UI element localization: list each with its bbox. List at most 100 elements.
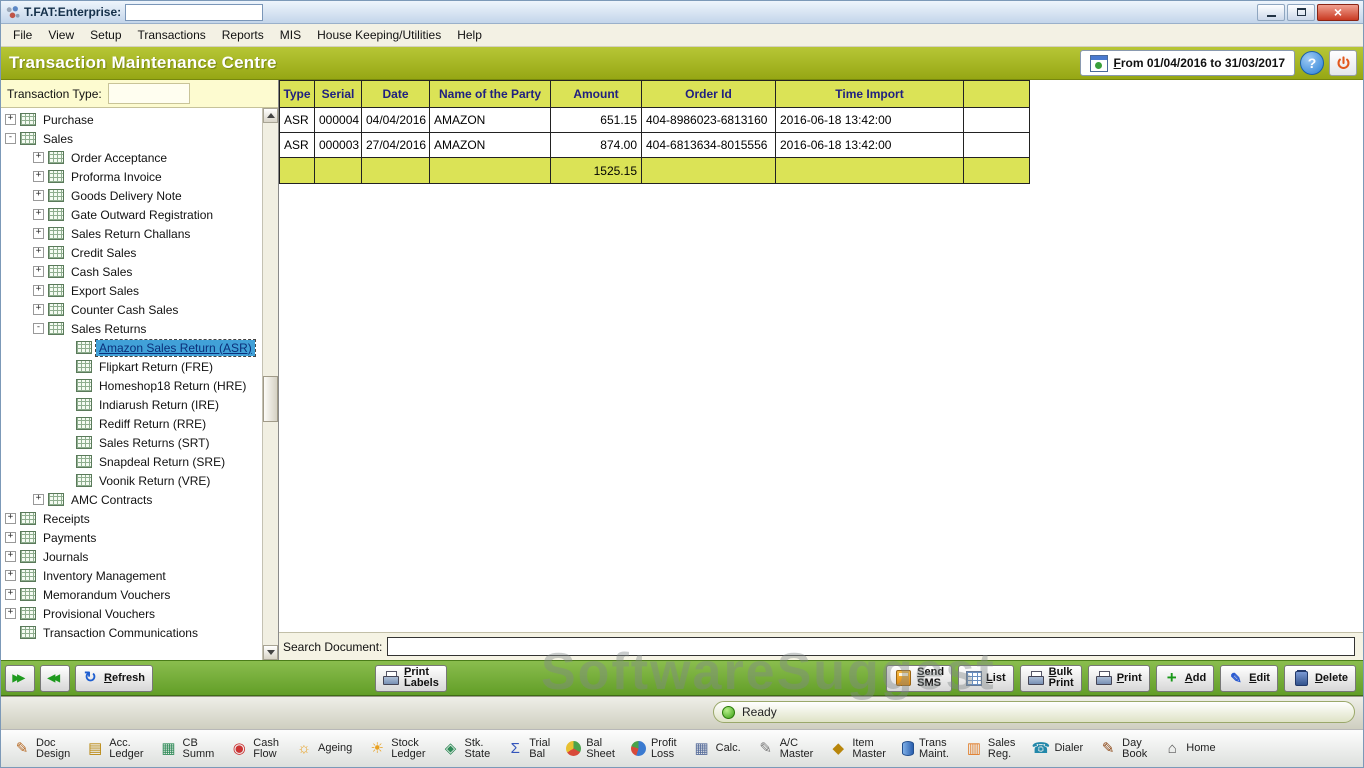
menu-item-help[interactable]: Help	[449, 25, 490, 45]
shortcut-doc-design[interactable]: ✎DocDesign	[6, 735, 77, 763]
maximize-button[interactable]	[1287, 4, 1315, 21]
print-button[interactable]: Print	[1088, 665, 1150, 692]
tree-item[interactable]: Flipkart Return (FRE)	[1, 357, 262, 376]
shortcut-sales-reg[interactable]: ▥SalesReg.	[958, 735, 1023, 763]
tree-item[interactable]: Rediff Return (RRE)	[1, 414, 262, 433]
menu-item-setup[interactable]: Setup	[82, 25, 129, 45]
rewind-button[interactable]	[40, 665, 70, 692]
expand-icon[interactable]: +	[5, 589, 16, 600]
menu-item-mis[interactable]: MIS	[272, 25, 309, 45]
expand-icon[interactable]: +	[33, 304, 44, 315]
tree-item[interactable]: +Provisional Vouchers	[1, 604, 262, 623]
refresh-button[interactable]: Refresh	[75, 665, 153, 692]
tree-item[interactable]: +Cash Sales	[1, 262, 262, 281]
tree-item[interactable]: Indiarush Return (IRE)	[1, 395, 262, 414]
tree-item[interactable]: +Memorandum Vouchers	[1, 585, 262, 604]
tree-item[interactable]: +Purchase	[1, 110, 262, 129]
tree-item[interactable]: +Sales Return Challans	[1, 224, 262, 243]
tree-item[interactable]: Snapdeal Return (SRE)	[1, 452, 262, 471]
tree-item[interactable]: +Gate Outward Registration	[1, 205, 262, 224]
tree-item[interactable]: -Sales	[1, 129, 262, 148]
collapse-icon[interactable]: -	[5, 133, 16, 144]
expand-icon[interactable]: +	[33, 152, 44, 163]
shortcut-label: CashFlow	[253, 738, 279, 760]
shortcut-dialer[interactable]: ☎Dialer	[1024, 738, 1090, 760]
shortcut-day-book[interactable]: ✎DayBook	[1092, 735, 1154, 763]
expand-icon[interactable]: +	[5, 551, 16, 562]
bulk-print-button[interactable]: BulkPrint	[1020, 665, 1082, 692]
menu-item-view[interactable]: View	[40, 25, 82, 45]
tree-item[interactable]: +Journals	[1, 547, 262, 566]
expand-icon[interactable]: +	[5, 532, 16, 543]
menu-item-transactions[interactable]: Transactions	[130, 25, 214, 45]
tree-scrollbar[interactable]	[262, 108, 278, 660]
table-row[interactable]: ASR00000327/04/2016AMAZON874.00404-68136…	[280, 133, 1030, 158]
shortcut-ageing[interactable]: ☼Ageing	[288, 738, 359, 760]
menu-item-reports[interactable]: Reports	[214, 25, 272, 45]
menu-item-house-keeping-utilities[interactable]: House Keeping/Utilities	[309, 25, 449, 45]
shortcut-cash-flow[interactable]: ◉CashFlow	[223, 735, 286, 763]
add-button[interactable]: Add	[1156, 665, 1214, 692]
edit-button[interactable]: Edit	[1220, 665, 1278, 692]
tree-item[interactable]: +Receipts	[1, 509, 262, 528]
send-sms-button[interactable]: SendSMS	[886, 665, 952, 692]
list-button[interactable]: List	[958, 665, 1014, 692]
expand-icon[interactable]: +	[33, 209, 44, 220]
minimize-button[interactable]	[1257, 4, 1285, 21]
search-document-input[interactable]	[387, 637, 1355, 656]
expand-icon[interactable]: +	[33, 171, 44, 182]
date-range-button[interactable]: From 01/04/2016 to 31/03/2017	[1080, 50, 1295, 76]
print-labels-button[interactable]: PrintLabels	[375, 665, 447, 692]
tree-item[interactable]: Transaction Communications	[1, 623, 262, 642]
expand-icon[interactable]: +	[33, 494, 44, 505]
shortcut-bal-sheet[interactable]: BalSheet	[559, 735, 622, 763]
tree-item[interactable]: +AMC Contracts	[1, 490, 262, 509]
tree-item[interactable]: +Credit Sales	[1, 243, 262, 262]
shortcut-trans-maint[interactable]: TransMaint.	[895, 735, 956, 763]
tree-item[interactable]: -Sales Returns	[1, 319, 262, 338]
expand-icon[interactable]: +	[5, 608, 16, 619]
shortcut-trial-bal[interactable]: ΣTrialBal	[499, 735, 557, 763]
transaction-type-input[interactable]	[108, 83, 190, 104]
shortcut-stk-state[interactable]: ◈Stk.State	[435, 735, 498, 763]
delete-button[interactable]: Delete	[1284, 665, 1356, 692]
expand-icon[interactable]: +	[5, 114, 16, 125]
expand-icon[interactable]: +	[5, 570, 16, 581]
expand-icon[interactable]: +	[33, 266, 44, 277]
tree-item[interactable]: +Counter Cash Sales	[1, 300, 262, 319]
shortcut-acc-ledger[interactable]: ▤Acc.Ledger	[79, 735, 150, 763]
tree-item[interactable]: Sales Returns (SRT)	[1, 433, 262, 452]
exit-button[interactable]	[1329, 50, 1357, 76]
close-button[interactable]	[1317, 4, 1359, 21]
shortcut-home[interactable]: ⌂Home	[1156, 738, 1222, 760]
menu-item-file[interactable]: File	[5, 25, 40, 45]
expand-icon[interactable]: +	[33, 285, 44, 296]
shortcut-stock-ledger[interactable]: ☀StockLedger	[361, 735, 432, 763]
table-row[interactable]: ASR00000404/04/2016AMAZON651.15404-89860…	[280, 108, 1030, 133]
shortcut-ac-master[interactable]: ✎A/CMaster	[750, 735, 821, 763]
tree-item[interactable]: +Export Sales	[1, 281, 262, 300]
help-button[interactable]: ?	[1300, 51, 1324, 75]
fast-forward-button[interactable]	[5, 665, 35, 692]
tree-item[interactable]: +Proforma Invoice	[1, 167, 262, 186]
shortcut-profit-loss[interactable]: ProfitLoss	[624, 735, 684, 763]
shortcut-cb-summ[interactable]: ▦CBSumm	[153, 735, 222, 763]
tree-item[interactable]: +Order Acceptance	[1, 148, 262, 167]
tree-item[interactable]: +Payments	[1, 528, 262, 547]
tree-item[interactable]: Voonik Return (VRE)	[1, 471, 262, 490]
scroll-up-button[interactable]	[263, 108, 278, 123]
tree-item[interactable]: Amazon Sales Return (ASR)	[1, 338, 262, 357]
expand-icon[interactable]: +	[5, 513, 16, 524]
tree-item[interactable]: +Goods Delivery Note	[1, 186, 262, 205]
expand-icon[interactable]: +	[33, 228, 44, 239]
tree-item[interactable]: Homeshop18 Return (HRE)	[1, 376, 262, 395]
scrollbar-thumb[interactable]	[263, 376, 278, 422]
expand-icon[interactable]: +	[33, 190, 44, 201]
shortcut-item-master[interactable]: ◆ItemMaster	[822, 735, 893, 763]
shortcut-calc[interactable]: ▦Calc.	[686, 738, 748, 760]
collapse-icon[interactable]: -	[33, 323, 44, 334]
tree-item[interactable]: +Inventory Management	[1, 566, 262, 585]
title-bar-input[interactable]	[125, 4, 263, 21]
expand-icon[interactable]: +	[33, 247, 44, 258]
scroll-down-button[interactable]	[263, 645, 278, 660]
